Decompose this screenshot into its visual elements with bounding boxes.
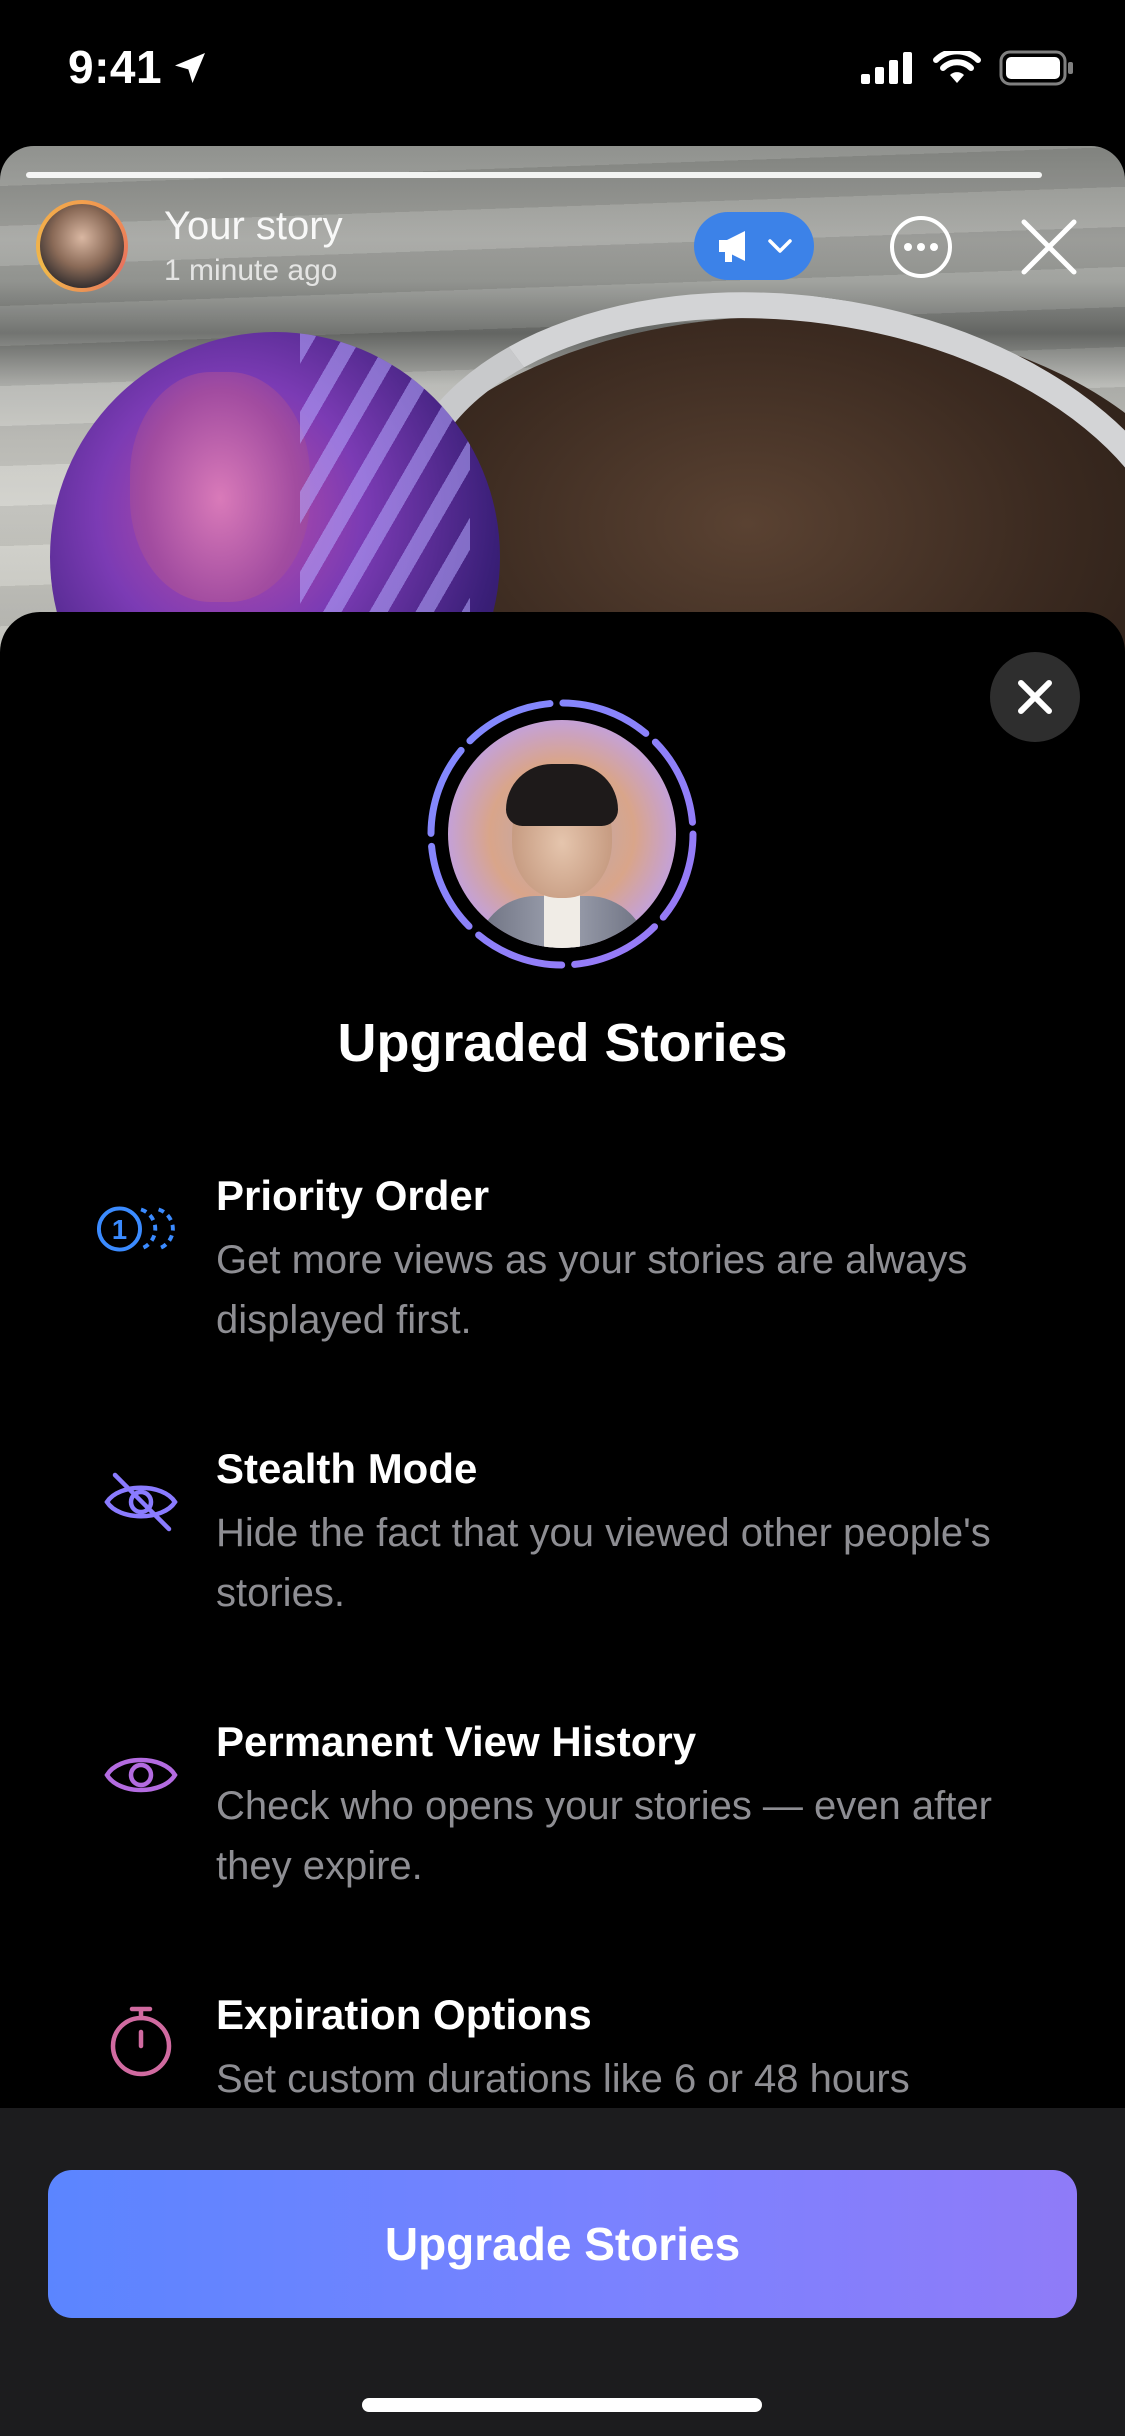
feature-title: Expiration Options (216, 1991, 592, 2038)
story-background[interactable]: Your story 1 minute ago (0, 146, 1125, 666)
feature-title: Stealth Mode (216, 1445, 478, 1492)
location-arrow-icon (175, 53, 205, 83)
battery-icon (999, 50, 1073, 86)
feature-description: Check who opens your stories — even afte… (216, 1784, 992, 1888)
close-icon (1018, 680, 1052, 714)
feature-description: Get more views as your stories are alway… (216, 1238, 968, 1342)
page-title: Upgraded Stories (337, 1013, 788, 1073)
story-progress-bar (26, 172, 1042, 178)
feature-description: Set custom durations like 6 or 48 hours (216, 2057, 910, 2101)
eye-icon (96, 1730, 186, 1820)
sheet-footer: Upgrade Stories (0, 2108, 1125, 2436)
upgrade-stories-button[interactable]: Upgrade Stories (48, 2170, 1077, 2318)
sticker-face (130, 372, 310, 602)
close-story-icon[interactable] (1020, 218, 1078, 276)
megaphone-icon (719, 231, 745, 262)
hero-profile-photo (448, 720, 676, 948)
feature-title: Priority Order (216, 1172, 490, 1219)
status-indicators (861, 50, 1075, 86)
feature-description: Hide the fact that you viewed other peop… (216, 1511, 991, 1615)
hero-avatar (424, 696, 700, 972)
chevron-down-icon (768, 239, 792, 253)
feature-title: Permanent View History (216, 1718, 697, 1765)
status-bar: 9:41 (0, 0, 1125, 140)
story-owner-title: Your story (164, 204, 343, 248)
sheet-close-button[interactable] (990, 652, 1080, 742)
svg-text:1: 1 (112, 1214, 127, 1245)
cellular-signal-icon (861, 52, 912, 84)
wifi-icon (933, 51, 981, 83)
stopwatch-icon (96, 1997, 186, 2087)
eye-slash-icon (96, 1457, 186, 1547)
home-indicator[interactable] (362, 2398, 762, 2412)
promote-button[interactable] (694, 212, 814, 280)
story-timestamp: 1 minute ago (164, 254, 338, 287)
status-time: 9:41 (68, 41, 163, 93)
avatar[interactable] (36, 200, 128, 292)
priority-order-icon: 1 (96, 1184, 186, 1274)
more-options-icon[interactable] (888, 214, 954, 280)
